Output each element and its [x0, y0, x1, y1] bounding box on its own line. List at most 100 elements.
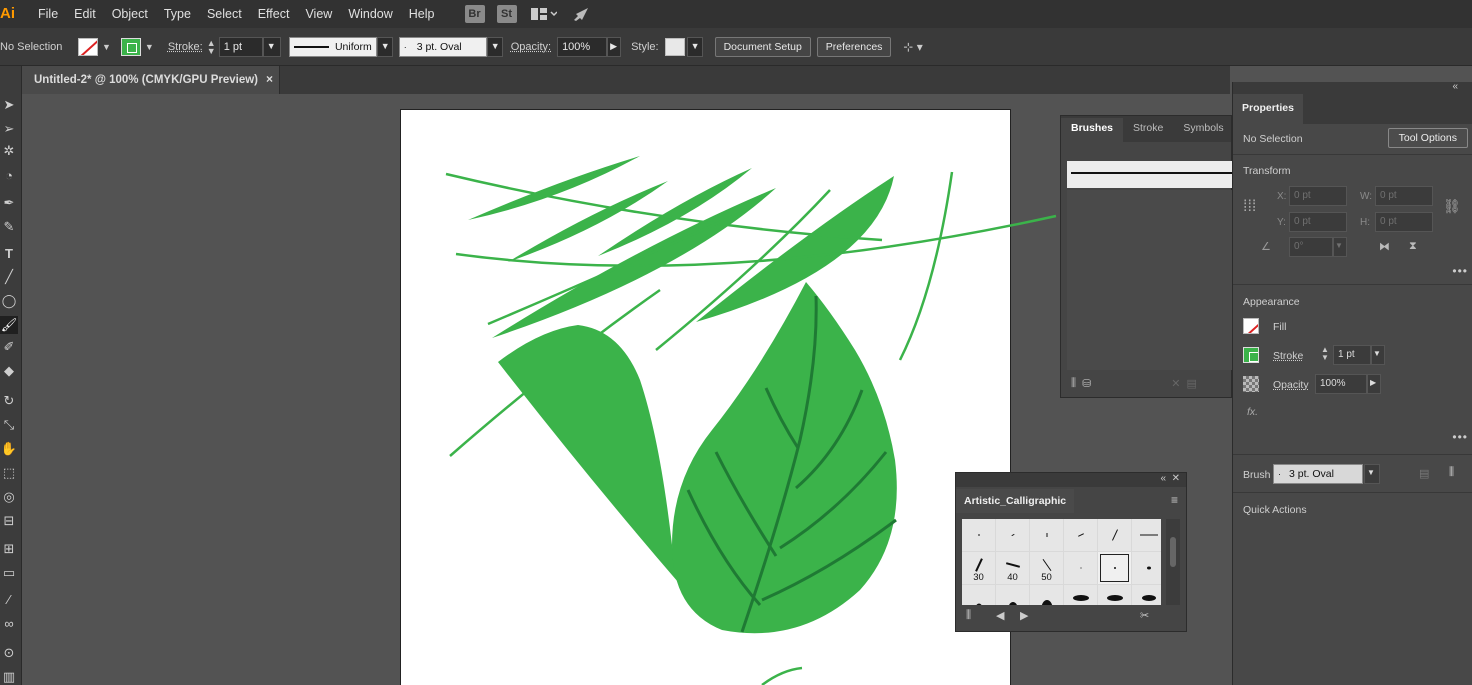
- brush-options-icon[interactable]: ▤: [1419, 467, 1429, 480]
- brush-swatch[interactable]: [1132, 552, 1161, 584]
- panel-menu-icon[interactable]: ≡: [1171, 493, 1178, 507]
- stroke-weight-dropdown[interactable]: ▼: [262, 36, 281, 57]
- eraser-tool-icon[interactable]: ◆: [0, 362, 18, 380]
- stroke-stepper-icon[interactable]: ▲ ▼: [1321, 346, 1329, 362]
- angle-field[interactable]: 0°: [1289, 237, 1333, 257]
- angle-dropdown[interactable]: ▼: [1333, 237, 1347, 257]
- brush-dropdown[interactable]: ▼: [486, 36, 503, 57]
- menu-help[interactable]: Help: [401, 0, 443, 28]
- stroke-swatch[interactable]: [1243, 347, 1259, 363]
- brush-swatch[interactable]: [1030, 519, 1063, 551]
- stroke-weight-field[interactable]: 1 pt: [218, 36, 263, 57]
- lasso-tool-icon[interactable]: ◔: [0, 166, 18, 184]
- opacity-label[interactable]: Opacity:: [511, 41, 551, 53]
- style-dropdown[interactable]: ▼: [686, 36, 703, 57]
- brush-swatch[interactable]: [1064, 519, 1097, 551]
- ellipse-tool-icon[interactable]: ◯: [0, 292, 18, 310]
- next-library-icon[interactable]: ▶: [1020, 609, 1028, 622]
- tab-properties[interactable]: Properties: [1233, 94, 1303, 124]
- stroke-stepper-icon[interactable]: ▲ ▼: [207, 38, 217, 55]
- brush-swatch[interactable]: [1098, 519, 1131, 551]
- tab-symbols[interactable]: Symbols: [1173, 118, 1233, 142]
- stock-icon[interactable]: St: [496, 5, 517, 23]
- brush-swatch[interactable]: [962, 585, 995, 605]
- panel-scrollbar[interactable]: [1166, 519, 1180, 605]
- brush-swatch[interactable]: [962, 519, 995, 551]
- close-icon[interactable]: ✕: [1172, 473, 1180, 484]
- stroke-swatch[interactable]: [120, 37, 141, 56]
- menu-type[interactable]: Type: [156, 0, 199, 28]
- direct-selection-tool-icon[interactable]: ➢: [0, 120, 18, 138]
- reference-point-icon[interactable]: ⁞⁞⁞: [1243, 198, 1256, 216]
- magic-wand-icon[interactable]: ✲: [0, 142, 18, 160]
- options-icon[interactable]: ▤: [1187, 377, 1197, 390]
- opacity-label[interactable]: Opacity: [1273, 379, 1309, 391]
- fx-label[interactable]: fx.: [1247, 406, 1258, 418]
- brush-swatch[interactable]: 40: [996, 552, 1029, 584]
- artboard[interactable]: [400, 109, 1011, 685]
- rotate-tool-icon[interactable]: ↻: [0, 392, 18, 410]
- shaper-tool-icon[interactable]: ✐: [0, 338, 18, 356]
- paintbrush-tool-icon[interactable]: 🖌: [0, 316, 18, 334]
- flip-horizontal-icon[interactable]: ⧓: [1379, 240, 1390, 253]
- tool-options-button[interactable]: Tool Options: [1387, 128, 1468, 148]
- chevron-down-icon[interactable]: ▼: [145, 42, 154, 52]
- previous-library-icon[interactable]: ◀: [996, 609, 1004, 622]
- pen-tool-icon[interactable]: ✒: [0, 194, 18, 212]
- opacity-arrow[interactable]: ▶: [1367, 374, 1381, 394]
- brush-definition[interactable]: · 3 pt. Oval: [398, 36, 487, 57]
- brush-swatch[interactable]: [1098, 585, 1131, 605]
- shape-builder-icon[interactable]: ◎: [0, 488, 18, 506]
- menu-select[interactable]: Select: [199, 0, 250, 28]
- more-options-icon[interactable]: •••: [1452, 430, 1468, 444]
- brush-swatch-selected[interactable]: [1098, 552, 1131, 584]
- bridge-icon[interactable]: Br: [464, 5, 485, 23]
- column-graph-icon[interactable]: ▥: [0, 668, 18, 685]
- fill-swatch[interactable]: [78, 37, 98, 56]
- brush-swatch[interactable]: 30: [962, 552, 995, 584]
- brush-swatch[interactable]: [1064, 552, 1097, 584]
- arrange-documents-icon[interactable]: ⊹ ▾: [903, 40, 922, 54]
- mesh-tool-icon[interactable]: ⊞: [0, 540, 18, 558]
- brush-libraries-icon[interactable]: ⫼: [1071, 377, 1076, 390]
- opacity-field[interactable]: 100%: [1315, 374, 1367, 394]
- line-tool-icon[interactable]: ╱: [0, 268, 18, 286]
- collapse-icon[interactable]: «: [1452, 81, 1458, 92]
- style-swatch[interactable]: [664, 37, 685, 56]
- h-field[interactable]: 0 pt: [1375, 212, 1433, 232]
- stroke-weight-dropdown[interactable]: ▼: [1371, 345, 1385, 365]
- brush-swatch[interactable]: [1132, 519, 1161, 551]
- gradient-tool-icon[interactable]: ▭: [0, 564, 18, 582]
- brush-swatch[interactable]: [996, 519, 1029, 551]
- remove-stroke-icon[interactable]: ✕: [1171, 377, 1180, 390]
- brush-swatch[interactable]: [996, 585, 1029, 605]
- brush-libraries-icon[interactable]: ⫼: [966, 609, 971, 622]
- brush-dropdown[interactable]: ▼: [1364, 464, 1380, 484]
- menu-file[interactable]: File: [30, 0, 66, 28]
- tab-stroke[interactable]: Stroke: [1123, 118, 1173, 142]
- type-tool-icon[interactable]: T: [0, 244, 18, 262]
- chevron-down-icon[interactable]: ▼: [102, 42, 111, 52]
- preferences-button[interactable]: Preferences: [816, 36, 892, 57]
- collapse-icon[interactable]: «: [1160, 473, 1166, 484]
- symbol-sprayer-icon[interactable]: ⊙: [0, 644, 18, 662]
- brush-swatch[interactable]: 50: [1030, 552, 1063, 584]
- remove-brush-icon[interactable]: ✂: [1140, 609, 1149, 622]
- brush-field[interactable]: · 3 pt. Oval: [1273, 464, 1363, 484]
- y-field[interactable]: 0 pt: [1289, 212, 1347, 232]
- blend-tool-icon[interactable]: ∞: [0, 614, 18, 632]
- puppet-warp-icon[interactable]: ✋: [0, 440, 18, 458]
- scale-tool-icon[interactable]: ⤡: [0, 416, 18, 434]
- panel-title[interactable]: Artistic_Calligraphic: [956, 489, 1075, 513]
- eyedropper-icon[interactable]: ⁄: [0, 590, 18, 608]
- stroke-weight-field[interactable]: 1 pt: [1333, 345, 1371, 365]
- brush-libraries-icon[interactable]: ⫼: [1449, 466, 1454, 479]
- fill-swatch[interactable]: [1243, 318, 1259, 334]
- brush-swatch[interactable]: [1030, 585, 1063, 605]
- selection-tool-icon[interactable]: ➤: [0, 96, 18, 114]
- menu-window[interactable]: Window: [340, 0, 400, 28]
- w-field[interactable]: 0 pt: [1375, 186, 1433, 206]
- opacity-field[interactable]: 100%: [557, 36, 608, 57]
- stroke-label[interactable]: Stroke:: [168, 41, 203, 53]
- profile-dropdown[interactable]: ▼: [376, 36, 393, 57]
